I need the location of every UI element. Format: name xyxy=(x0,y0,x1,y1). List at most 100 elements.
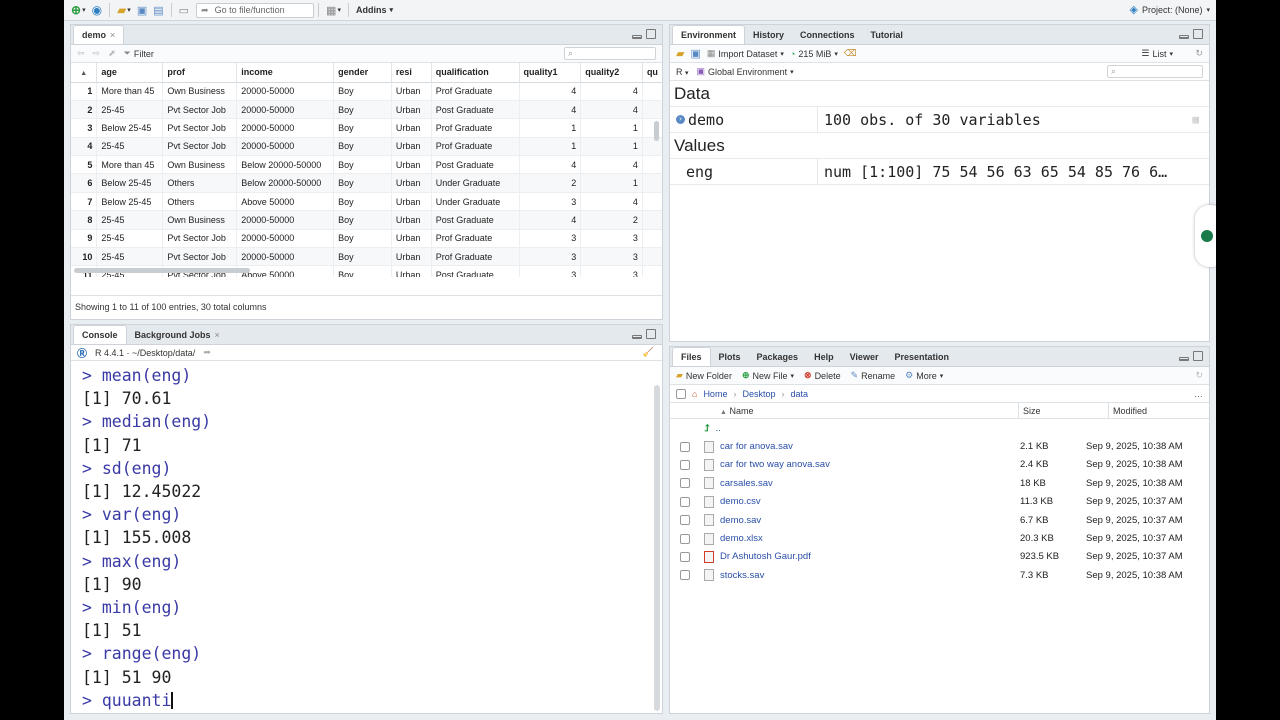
console-output[interactable]: > mean(eng) [1] 70.61 > median(eng) [1] 71 >… xyxy=(71,364,662,712)
go-to-directory-icon[interactable]: ➦ xyxy=(203,347,211,358)
tab-tutorial[interactable]: Tutorial xyxy=(863,25,911,44)
more-menu[interactable]: ⚙ More ▾ xyxy=(905,370,943,381)
file-row[interactable]: Dr Ashutosh Gaur.pdf 923.5 KB Sep 9, 2025,… xyxy=(670,548,1209,566)
print-icon[interactable]: ▭ xyxy=(176,2,192,19)
column-header[interactable]: quality2 xyxy=(580,63,643,83)
env-row-demo[interactable]: › demo 100 obs. of 30 variables ▦ xyxy=(670,107,1209,133)
load-workspace-icon[interactable]: ▰ xyxy=(676,47,684,60)
import-dataset-menu[interactable]: ▦ Import Dataset ▾ xyxy=(707,48,784,59)
column-header[interactable]: qu xyxy=(642,63,662,83)
tab-demo[interactable]: demo × xyxy=(73,25,125,44)
refresh-icon[interactable]: ↻ xyxy=(1195,370,1203,381)
tab-help[interactable]: Help xyxy=(806,347,842,366)
save-workspace-icon[interactable]: ▣ xyxy=(690,47,700,60)
breadcrumb-desktop[interactable]: Desktop xyxy=(742,389,775,399)
file-name-link[interactable]: car for two way anova.sav xyxy=(720,459,1020,470)
horizontal-scrollbar[interactable] xyxy=(74,268,250,273)
filter-button[interactable]: ⏷ Filter xyxy=(124,48,154,59)
column-header[interactable]: income xyxy=(236,63,335,83)
list-view-menu[interactable]: ☰ List ▾ xyxy=(1141,48,1173,59)
file-checkbox[interactable] xyxy=(680,441,690,452)
minimize-icon[interactable] xyxy=(632,335,642,339)
file-name-link[interactable]: demo.xlsx xyxy=(720,533,1020,544)
column-header[interactable]: prof xyxy=(162,63,238,83)
minimize-icon[interactable] xyxy=(1179,357,1189,361)
tab-environment[interactable]: Environment xyxy=(672,25,746,44)
file-row[interactable]: demo.sav 6.7 KB Sep 9, 2025, 10:37 AM xyxy=(670,511,1209,529)
select-all-checkbox[interactable] xyxy=(676,388,686,399)
console-input-line[interactable]: > quuanti xyxy=(82,689,662,712)
tab-packages[interactable]: Packages xyxy=(749,347,807,366)
file-row[interactable]: demo.xlsx 20.3 KB Sep 9, 2025, 10:37 AM xyxy=(670,529,1209,547)
new-file-button[interactable]: ⊕ New File ▾ xyxy=(742,370,794,381)
file-checkbox[interactable] xyxy=(680,515,690,526)
file-name-link[interactable]: Dr Ashutosh Gaur.pdf xyxy=(720,551,1020,562)
file-row[interactable]: stocks.sav 7.3 KB Sep 9, 2025, 10:38 AM xyxy=(670,566,1209,584)
file-checkbox[interactable] xyxy=(680,496,690,507)
file-checkbox[interactable] xyxy=(680,459,690,470)
sort-header[interactable]: ▲ xyxy=(71,63,98,83)
forward-arrow-icon[interactable]: ⇨ xyxy=(93,48,101,59)
tab-files[interactable]: Files xyxy=(672,347,711,366)
maximize-icon[interactable] xyxy=(646,329,656,339)
tab-connections[interactable]: Connections xyxy=(792,25,863,44)
table-search-input[interactable]: ⌕ xyxy=(564,47,656,60)
file-name-link[interactable]: stocks.sav xyxy=(720,570,1020,581)
console-current-input[interactable]: quuanti xyxy=(102,691,172,710)
show-in-window-icon[interactable]: ⬈ xyxy=(108,48,116,59)
tab-presentation[interactable]: Presentation xyxy=(886,347,957,366)
file-name-link[interactable]: demo.csv xyxy=(720,496,1020,507)
open-file-icon[interactable]: ▰ ▾ xyxy=(114,2,134,19)
view-table-icon[interactable]: ▦ xyxy=(1192,113,1199,126)
file-row[interactable]: car for anova.sav 2.1 KB Sep 9, 2025, 10:3… xyxy=(670,437,1209,455)
vertical-scrollbar[interactable] xyxy=(654,121,659,141)
close-icon[interactable]: × xyxy=(215,330,220,340)
file-row[interactable]: carsales.sav 18 KB Sep 9, 2025, 10:38 AM xyxy=(670,474,1209,492)
goto-file-input[interactable]: ➦ Go to file/function xyxy=(196,2,315,18)
tab-plots[interactable]: Plots xyxy=(711,347,749,366)
maximize-icon[interactable] xyxy=(1193,29,1203,39)
tab-history[interactable]: History xyxy=(745,25,792,44)
memory-usage[interactable]: ◔ 215 MiB ▾ xyxy=(790,49,838,59)
language-menu[interactable]: R ▾ xyxy=(676,67,689,77)
new-folder-button[interactable]: ▰ New Folder xyxy=(676,370,732,381)
tab-viewer[interactable]: Viewer xyxy=(842,347,887,366)
file-name-link[interactable]: carsales.sav xyxy=(720,478,1020,489)
tab-console[interactable]: Console xyxy=(73,325,127,344)
global-environment-menu[interactable]: ▣ Global Environment ▾ xyxy=(697,66,794,77)
env-search-input[interactable]: ⌕ xyxy=(1107,65,1203,78)
column-header[interactable]: gender xyxy=(333,63,392,83)
new-file-icon[interactable]: ⊕ ▾ xyxy=(68,2,89,19)
file-checkbox[interactable] xyxy=(680,478,690,489)
save-all-icon[interactable]: ▤ xyxy=(150,2,166,19)
file-name-link[interactable]: demo.sav xyxy=(720,515,1020,526)
file-checkbox[interactable] xyxy=(680,570,690,581)
tab-background-jobs[interactable]: Background Jobs × xyxy=(127,325,228,344)
delete-button[interactable]: ⊗ Delete xyxy=(804,370,841,381)
column-header[interactable]: resi xyxy=(391,63,432,83)
more-options-icon[interactable]: … xyxy=(1194,389,1203,399)
minimize-icon[interactable] xyxy=(632,35,642,39)
file-checkbox[interactable] xyxy=(680,533,690,544)
grid-layout-icon[interactable]: ▦ ▾ xyxy=(323,2,344,19)
file-row[interactable]: demo.csv 11.3 KB Sep 9, 2025, 10:37 AM xyxy=(670,493,1209,511)
parent-directory-row[interactable]: ⮥ .. xyxy=(670,419,1209,437)
save-icon[interactable]: ▣ xyxy=(134,2,150,19)
column-header[interactable]: qualification xyxy=(431,63,520,83)
sort-name-header[interactable]: ▲ Name xyxy=(720,406,753,416)
file-name-link[interactable]: car for anova.sav xyxy=(720,441,1020,452)
env-row-eng[interactable]: eng num [1:100] 75 54 56 63 65 54 85 76 … xyxy=(670,159,1209,185)
rename-button[interactable]: ✎ Rename xyxy=(851,370,896,381)
column-header[interactable]: quality1 xyxy=(519,63,582,83)
home-icon[interactable]: ⌂ xyxy=(692,389,697,399)
breadcrumb-data[interactable]: data xyxy=(790,389,808,399)
side-chat-bubble[interactable] xyxy=(1195,205,1216,267)
sort-modified-header[interactable]: Modified xyxy=(1108,402,1147,419)
file-row[interactable]: car for two way anova.sav 2.4 KB Sep 9, 20… xyxy=(670,456,1209,474)
console-scrollbar[interactable] xyxy=(654,385,660,711)
expand-icon[interactable]: › xyxy=(676,115,685,124)
clear-console-icon[interactable]: 🧹 xyxy=(643,347,654,358)
file-checkbox[interactable] xyxy=(680,551,690,562)
back-arrow-icon[interactable]: ⇦ xyxy=(77,48,85,59)
refresh-icon[interactable]: ↻ xyxy=(1195,48,1203,59)
